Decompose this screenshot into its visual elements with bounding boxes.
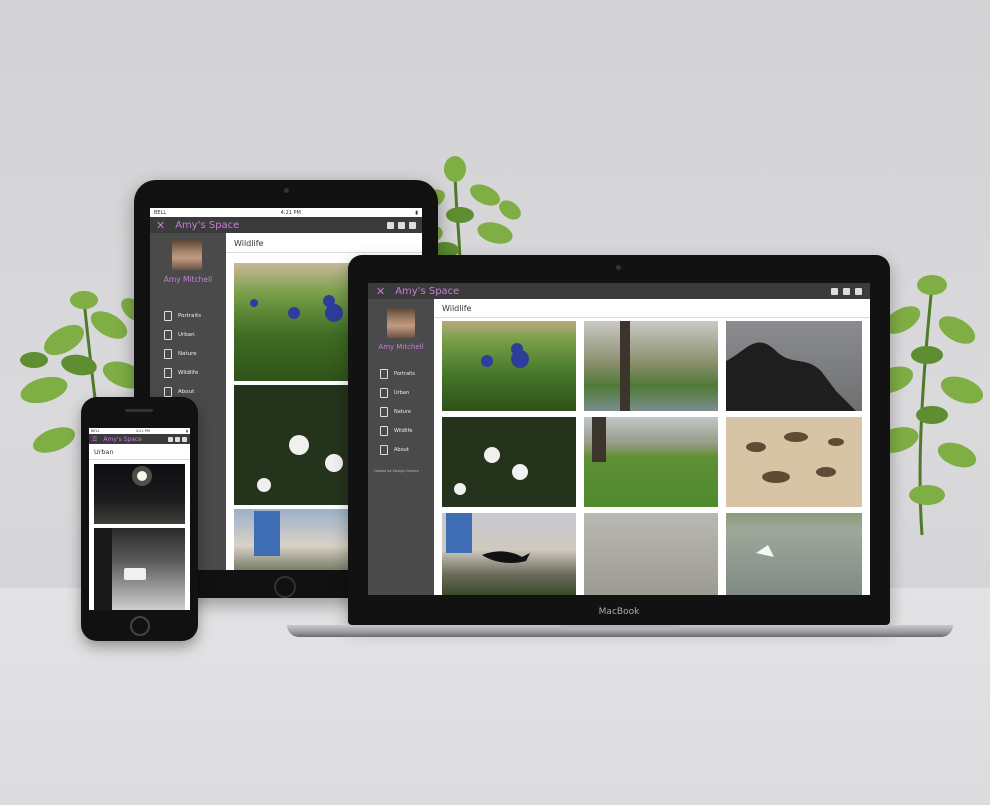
nav-item-wildlife[interactable]: Wildlife: [380, 426, 412, 436]
status-time: 4:21 PM: [280, 209, 301, 216]
mail-icon[interactable]: [843, 287, 850, 295]
nav-item-portraits[interactable]: Portraits: [380, 369, 415, 379]
site-title[interactable]: Amy's Space: [103, 436, 141, 443]
about-icon: [164, 387, 172, 397]
nav-item-urban[interactable]: Urban: [380, 388, 409, 398]
tablet-home-button[interactable]: [274, 576, 296, 598]
nav-item-about[interactable]: About: [380, 445, 409, 455]
nav-item-nature[interactable]: Nature: [380, 407, 411, 417]
gallery-photo[interactable]: [94, 528, 185, 610]
laptop-main: Wildlife: [434, 299, 870, 595]
linkedin-icon[interactable]: [168, 436, 173, 442]
street-lamp: [132, 466, 152, 486]
phone-screen: BELL 4:21 PM ▮ ☰ Amy's Space Urban: [89, 428, 190, 610]
close-menu-icon[interactable]: ✕: [156, 219, 165, 232]
nav-label: Portraits: [178, 313, 202, 319]
menu-icon[interactable]: ☰: [92, 436, 97, 443]
wildlife-icon: [164, 368, 172, 378]
gallery-photo[interactable]: [584, 417, 718, 507]
gallery-photo[interactable]: [726, 321, 862, 411]
phone-home-button[interactable]: [130, 616, 150, 636]
gallery-photo[interactable]: [442, 513, 576, 595]
gallery-photo[interactable]: [726, 417, 862, 507]
nav-label: Urban: [178, 332, 195, 338]
laptop-top-bar: ✕ Amy's Space: [368, 283, 870, 299]
owner-name: Amy Mitchell: [163, 275, 213, 284]
mail-icon[interactable]: [175, 436, 180, 442]
gallery-photo[interactable]: [442, 417, 576, 507]
phone-top-bar: ☰ Amy's Space: [89, 434, 190, 444]
urban-icon: [380, 388, 388, 398]
nature-icon: [164, 349, 172, 359]
battery-icon: ▮: [186, 429, 188, 433]
page-title: Wildlife: [434, 299, 870, 318]
sand-tracks: [746, 432, 844, 483]
nav-label: Nature: [394, 409, 411, 415]
sidebar-footer[interactable]: Hosted by Design Garden: [374, 469, 419, 473]
white-flowers: [454, 447, 528, 495]
battery-icon: ▮: [415, 209, 418, 216]
phone-speaker: [125, 409, 153, 412]
nav-label: Portraits: [394, 371, 415, 377]
avatar: [387, 308, 415, 338]
linkedin-icon[interactable]: [387, 221, 394, 229]
nav-label: Wildlife: [178, 370, 199, 376]
nav-item-urban[interactable]: Urban: [164, 330, 195, 340]
status-carrier: BELL: [154, 209, 167, 216]
nav-label: Nature: [178, 351, 197, 357]
bluebonnet-flowers: [481, 343, 529, 368]
gallery-photo[interactable]: [584, 513, 718, 595]
avatar: [172, 240, 202, 270]
nav-label: About: [178, 389, 195, 395]
gallery-photo[interactable]: [584, 321, 718, 411]
portraits-icon: [380, 369, 388, 379]
laptop-brand-label: MacBook: [598, 607, 640, 617]
laptop-camera: [616, 265, 621, 270]
seagull: [756, 545, 774, 557]
nav-label: Urban: [394, 390, 410, 396]
site-title[interactable]: Amy's Space: [175, 220, 239, 231]
page-title: Wildlife: [226, 233, 422, 253]
about-icon: [380, 445, 388, 455]
bird-silhouette: [726, 342, 856, 411]
portraits-icon: [164, 311, 172, 321]
nav-label: About: [394, 447, 409, 453]
status-carrier: BELL: [91, 429, 100, 433]
laptop-screen: ✕ Amy's Space Amy Mitchell Portraits Urb…: [368, 283, 870, 595]
phone-device: BELL 4:21 PM ▮ ☰ Amy's Space Urban: [81, 397, 198, 641]
linkedin-icon[interactable]: [831, 287, 838, 295]
mail-icon[interactable]: [398, 221, 405, 229]
gallery-photo[interactable]: [442, 321, 576, 411]
urban-icon: [164, 330, 172, 340]
facebook-icon[interactable]: [409, 221, 416, 229]
nature-icon: [380, 407, 388, 417]
tablet-camera: [284, 188, 289, 193]
owner-name: Amy Mitchell: [378, 343, 424, 351]
nav-label: Wildlife: [394, 428, 413, 434]
laptop-notch: [560, 625, 680, 630]
gallery-photo[interactable]: [94, 464, 185, 524]
nav-item-wildlife[interactable]: Wildlife: [164, 368, 198, 378]
page-title: Urban: [89, 444, 190, 460]
site-title[interactable]: Amy's Space: [395, 286, 459, 297]
facebook-icon[interactable]: [855, 287, 862, 295]
close-menu-icon[interactable]: ✕: [376, 285, 385, 298]
tablet-status-bar: BELL 4:21 PM ▮: [150, 208, 422, 217]
status-time: 4:21 PM: [135, 429, 150, 433]
wildlife-icon: [380, 426, 388, 436]
nav-item-about[interactable]: About: [164, 387, 194, 397]
gallery-photo[interactable]: [726, 513, 862, 595]
tablet-top-bar: ✕ Amy's Space: [150, 217, 422, 233]
nav-item-portraits[interactable]: Portraits: [164, 311, 201, 321]
nav-item-nature[interactable]: Nature: [164, 349, 197, 359]
facebook-icon[interactable]: [182, 436, 187, 442]
laptop-device: ✕ Amy's Space Amy Mitchell Portraits Urb…: [348, 255, 890, 625]
laptop-sidebar: Amy Mitchell Portraits Urban Nature Wild…: [368, 299, 434, 595]
